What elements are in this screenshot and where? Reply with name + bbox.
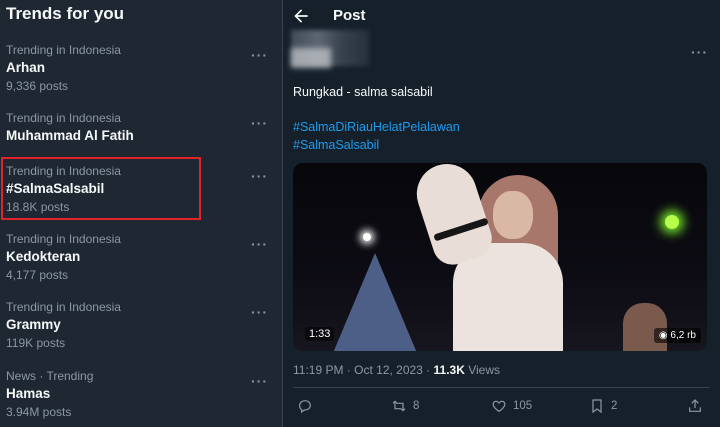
- bookmark-button[interactable]: 2: [589, 398, 617, 414]
- trend-name: Hamas: [6, 386, 51, 401]
- singer-face: [493, 191, 533, 239]
- more-icon[interactable]: ···: [251, 373, 268, 389]
- post-panel: Post ··· Rungkad - salma salsabil #Salma…: [283, 0, 720, 427]
- trend-meta: News · Trending: [6, 369, 94, 383]
- reply-icon: [299, 400, 311, 414]
- trend-meta: Trending in Indonesia: [6, 300, 121, 314]
- more-icon[interactable]: ···: [251, 47, 268, 63]
- blurred-author-detail: [291, 48, 331, 68]
- trend-name: Muhammad Al Fatih: [6, 128, 134, 143]
- video-duration: 1:33: [305, 327, 335, 341]
- post-text: Rungkad - salma salsabil: [293, 85, 433, 99]
- trend-count: 4,177 posts: [6, 268, 69, 282]
- trend-name: Kedokteran: [6, 249, 81, 264]
- share-icon: [689, 399, 701, 412]
- trends-title: Trends for you: [6, 4, 125, 23]
- post-time: 11:19 PM · Oct 12, 2023 ·: [293, 363, 434, 377]
- repost-button[interactable]: 8: [391, 398, 419, 414]
- post-more-icon[interactable]: ···: [691, 44, 708, 60]
- background-person: [623, 303, 667, 351]
- post-timestamp: 11:19 PM · Oct 12, 2023 · 11.3K Views: [293, 363, 500, 377]
- post-header-title: Post: [333, 7, 366, 24]
- trend-item-grammy[interactable]: Trending in Indonesia Grammy 119K posts …: [6, 300, 276, 351]
- singer-arm: [409, 163, 497, 270]
- more-icon[interactable]: ···: [251, 168, 268, 184]
- eye-icon: ◉: [658, 330, 671, 341]
- trend-item-kedokteran[interactable]: Trending in Indonesia Kedokteran 4,177 p…: [6, 232, 276, 283]
- trend-meta: Trending in Indonesia: [6, 43, 121, 57]
- video-view-count: ◉ 6,2 rb: [653, 328, 701, 343]
- trend-name: Arhan: [6, 60, 46, 75]
- more-icon[interactable]: ···: [251, 236, 268, 252]
- post-views-count: 11.3K: [433, 363, 465, 377]
- more-icon[interactable]: ···: [251, 304, 268, 320]
- trend-item-muhammad-al-fatih[interactable]: Trending in Indonesia Muhammad Al Fatih …: [6, 111, 276, 145]
- trend-item-arhan[interactable]: Trending in Indonesia Arhan 9,336 posts …: [6, 43, 276, 94]
- video-views-text: 6,2 rb: [670, 330, 696, 341]
- trend-item-hamas[interactable]: News · Trending Hamas 3.94M posts ···: [6, 369, 276, 420]
- trend-count: 119K posts: [6, 336, 66, 350]
- back-arrow-icon[interactable]: [291, 6, 311, 26]
- trend-count: 9,336 posts: [6, 79, 69, 93]
- heart-icon: [492, 400, 506, 413]
- video-player[interactable]: 1:33 ◉ 6,2 rb: [293, 163, 707, 351]
- actions-divider: [293, 387, 710, 388]
- hashtag-link[interactable]: #SalmaSalsabil: [293, 138, 379, 152]
- more-icon[interactable]: ···: [251, 115, 268, 131]
- trend-meta: Trending in Indonesia: [6, 111, 121, 125]
- stage-light: [665, 215, 679, 229]
- trends-panel: Trends for you Trending in Indonesia Arh…: [0, 0, 282, 427]
- hashtag-link[interactable]: #SalmaDiRiauHelatPelalawan: [293, 120, 460, 134]
- stage-tent-shape: [333, 253, 417, 351]
- bookmark-icon: [592, 399, 602, 414]
- trend-meta: Trending in Indonesia: [6, 232, 121, 246]
- share-button[interactable]: [687, 398, 709, 414]
- trend-name: Grammy: [6, 317, 61, 332]
- reply-button[interactable]: [297, 398, 319, 414]
- repost-icon: [392, 400, 406, 412]
- post-views-label: Views: [464, 363, 501, 377]
- trend-count: 3.94M posts: [6, 405, 72, 419]
- stage-light: [363, 233, 371, 241]
- like-button[interactable]: 105: [491, 398, 532, 414]
- highlight-annotation-box: [1, 157, 201, 220]
